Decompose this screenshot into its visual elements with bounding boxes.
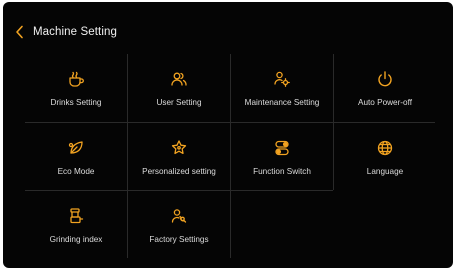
- menu-item-grinding-index[interactable]: Grinding index: [25, 191, 127, 259]
- power-icon: [376, 70, 394, 88]
- menu-item-label: Eco Mode: [57, 167, 95, 176]
- menu-item-label: Grinding index: [49, 235, 103, 244]
- settings-grid: Drinks Setting User Setting Maintenance …: [25, 54, 435, 258]
- globe-icon: [376, 139, 394, 157]
- device-frame: Machine Setting Drinks Setting User Sett…: [0, 0, 456, 272]
- menu-item-personalized-setting[interactable]: Personalized setting: [128, 123, 230, 191]
- chevron-left-icon[interactable]: [15, 25, 25, 39]
- menu-item-user-setting[interactable]: User Setting: [128, 54, 230, 122]
- menu-item-label: Personalized setting: [142, 167, 216, 176]
- menu-item-drinks-setting[interactable]: Drinks Setting: [25, 54, 127, 122]
- menu-item-language[interactable]: Language: [334, 123, 436, 191]
- menu-item-auto-power-off[interactable]: Auto Power-off: [334, 54, 436, 122]
- menu-item-label: Maintenance Setting: [244, 98, 320, 107]
- personalize-star-icon: [170, 139, 188, 157]
- menu-item-factory-settings[interactable]: Factory Settings: [128, 191, 230, 259]
- grinder-icon: [67, 207, 85, 225]
- back-navigation[interactable]: Machine Setting: [15, 22, 117, 42]
- page-title: Machine Setting: [33, 26, 117, 38]
- menu-item-label: Drinks Setting: [50, 98, 102, 107]
- menu-item-label: Language: [366, 167, 404, 176]
- wrench-person-icon: [170, 207, 188, 225]
- eco-leaf-icon: [67, 139, 85, 157]
- menu-item-label: User Setting: [156, 98, 202, 107]
- menu-item-label: Auto Power-off: [357, 98, 412, 107]
- menu-item-maintenance-setting[interactable]: Maintenance Setting: [231, 54, 333, 122]
- users-icon: [170, 70, 188, 88]
- menu-item-function-switch[interactable]: Function Switch: [231, 123, 333, 191]
- menu-item-eco-mode[interactable]: Eco Mode: [25, 123, 127, 191]
- maintenance-icon: [273, 70, 291, 88]
- toggle-switch-icon: [273, 139, 291, 157]
- menu-item-label: Function Switch: [253, 167, 311, 176]
- menu-item-label: Factory Settings: [149, 235, 209, 244]
- machine-settings-screen: Machine Setting Drinks Setting User Sett…: [3, 2, 453, 268]
- coffee-cup-icon: [67, 70, 85, 88]
